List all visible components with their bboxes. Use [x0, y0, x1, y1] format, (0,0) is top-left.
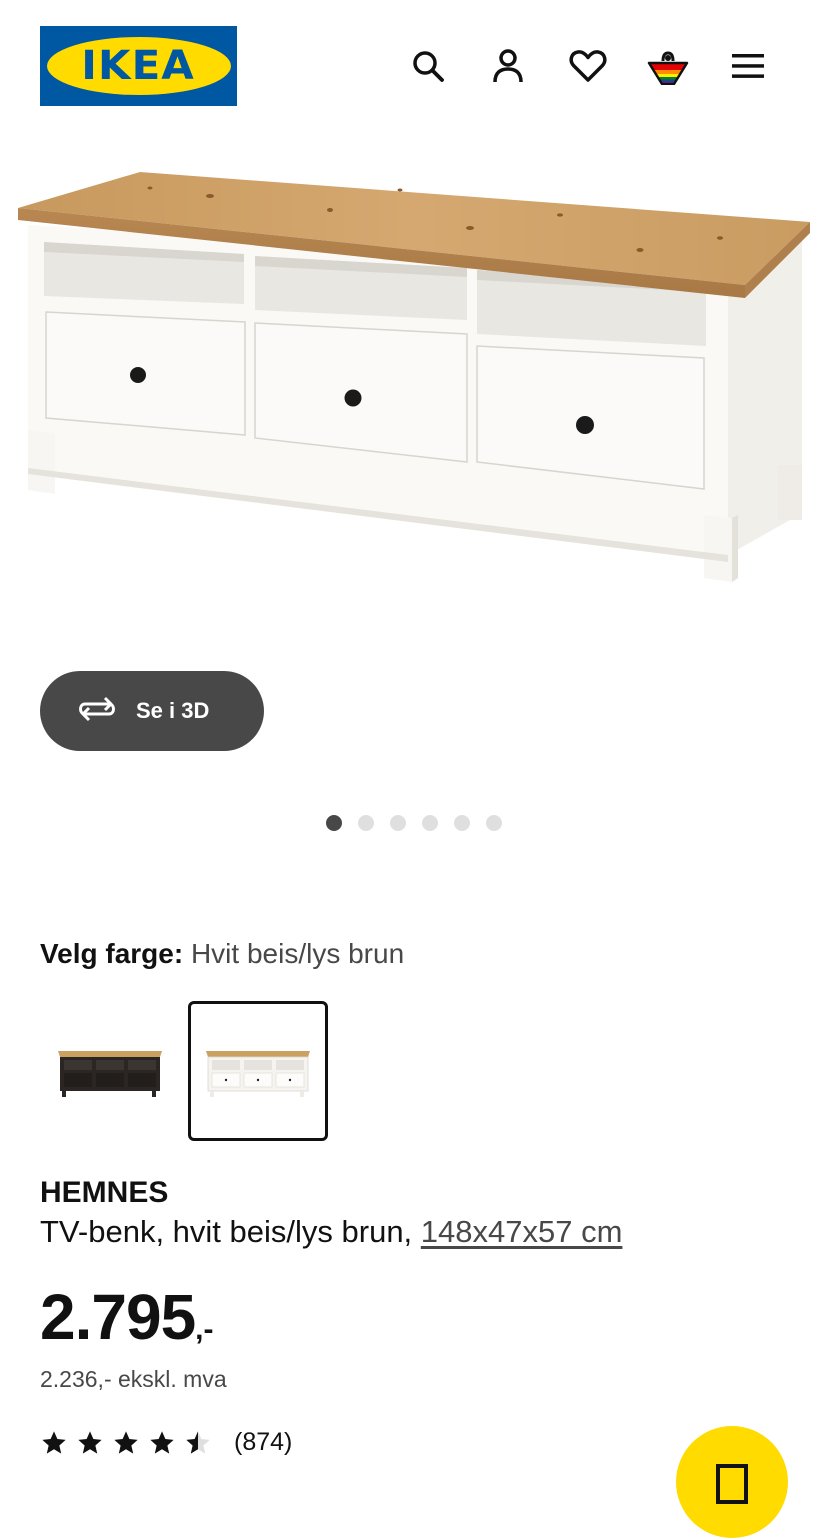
- account-icon[interactable]: [486, 44, 530, 88]
- half-star-icon: [186, 1430, 210, 1454]
- carousel-dot[interactable]: [422, 815, 438, 831]
- product-description: TV-benk, hvit beis/lys brun, 148x47x57 c…: [40, 1214, 622, 1250]
- color-swatch-black-brown[interactable]: [40, 1001, 180, 1141]
- logo-oval: IKEA: [46, 37, 231, 95]
- color-label: Velg farge:: [40, 938, 184, 969]
- site-header: IKEA: [0, 0, 828, 130]
- product-dimensions-link[interactable]: 148x47x57 cm: [421, 1214, 623, 1249]
- ikea-logo[interactable]: IKEA: [40, 26, 237, 106]
- floating-action-button[interactable]: [676, 1426, 788, 1538]
- color-selector-heading: Velg farge: Hvit beis/lys brun: [40, 938, 404, 970]
- review-count: (874): [234, 1428, 293, 1456]
- carousel-dot[interactable]: [390, 815, 406, 831]
- carousel-dot[interactable]: [454, 815, 470, 831]
- rotate-3d-icon: [76, 695, 118, 728]
- product-rating[interactable]: (874): [40, 1428, 292, 1457]
- add-to-bag-icon: [716, 1464, 748, 1504]
- product-price: 2.795,-: [40, 1280, 213, 1354]
- star-icon: [42, 1430, 66, 1454]
- star-icon: [78, 1430, 102, 1454]
- heart-icon[interactable]: [566, 44, 610, 88]
- product-description-text: TV-benk, hvit beis/lys brun,: [40, 1214, 413, 1249]
- color-value: Hvit beis/lys brun: [190, 938, 405, 969]
- color-swatch-white-stain-light-brown[interactable]: [188, 1001, 328, 1141]
- star-icon: [150, 1430, 174, 1454]
- carousel-pagination: [326, 815, 518, 831]
- menu-icon[interactable]: [726, 44, 770, 88]
- product-image[interactable]: [0, 150, 828, 620]
- price-value: 2.795: [40, 1281, 196, 1353]
- search-icon[interactable]: [406, 44, 450, 88]
- view-3d-label: Se i 3D: [136, 698, 210, 723]
- product-name: HEMNES: [40, 1176, 169, 1209]
- logo-text: IKEA: [81, 43, 196, 89]
- view-3d-button[interactable]: Se i 3D: [40, 671, 264, 751]
- carousel-dot[interactable]: [486, 815, 502, 831]
- star-icon: [114, 1430, 138, 1454]
- shopping-basket-icon[interactable]: [646, 44, 690, 88]
- price-suffix: ,-: [195, 1313, 214, 1346]
- carousel-dot[interactable]: [326, 815, 342, 831]
- price-excl-vat: 2.236,- ekskl. mva: [40, 1366, 227, 1392]
- carousel-dot[interactable]: [358, 815, 374, 831]
